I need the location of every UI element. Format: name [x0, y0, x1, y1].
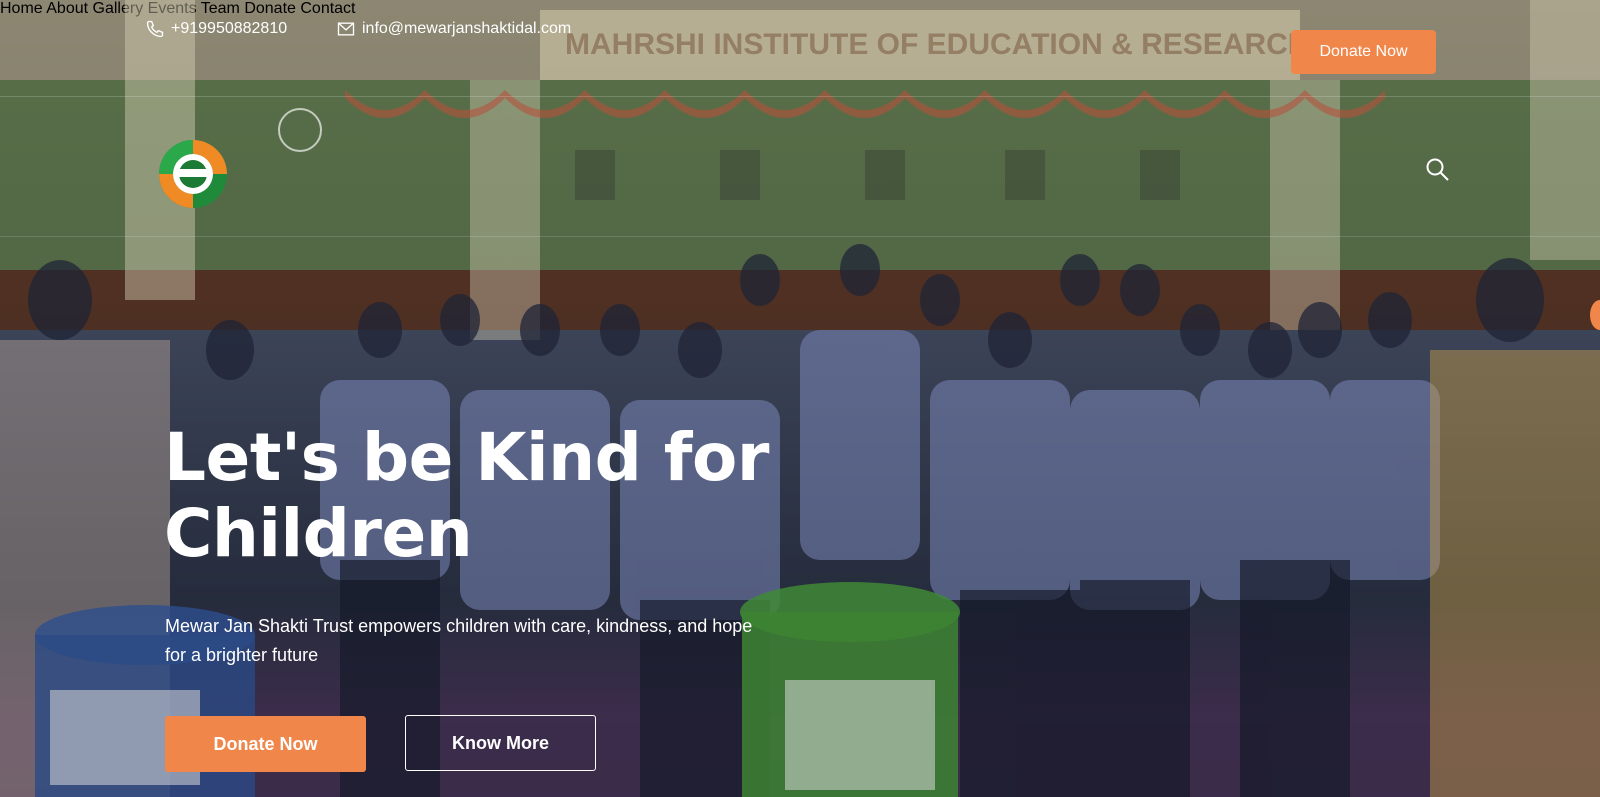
phone-icon: [146, 20, 164, 38]
email-address[interactable]: info@mewarjanshaktidal.com: [362, 20, 571, 38]
decorative-ring: [278, 108, 322, 152]
phone-number[interactable]: +919950882810: [171, 20, 287, 38]
hero-headline-line1: Let's be Kind for: [164, 419, 769, 496]
top-donate-button[interactable]: Donate Now: [1291, 30, 1436, 74]
phone-contact[interactable]: +919950882810: [145, 18, 287, 40]
envelope-icon: [337, 22, 355, 36]
site-logo[interactable]: [150, 131, 236, 217]
search-icon[interactable]: [1425, 157, 1451, 183]
email-contact[interactable]: info@mewarjanshaktidal.com: [336, 18, 571, 40]
hero-donate-button[interactable]: Donate Now: [165, 716, 366, 772]
hero-headline: Let's be Kind for Children: [164, 420, 864, 572]
top-contact-bar: +919950882810 info@mewarjanshaktidal.com…: [0, 0, 1600, 97]
hero-section: MAHRSHI INSTITUTE OF EDUCATION & RESEARC…: [0, 0, 1600, 797]
know-more-button[interactable]: Know More: [405, 715, 596, 771]
hero-subtitle: Mewar Jan Shakti Trust empowers children…: [165, 616, 753, 665]
hero-headline-line2: Children: [164, 495, 473, 572]
main-navbar: [0, 96, 1600, 237]
